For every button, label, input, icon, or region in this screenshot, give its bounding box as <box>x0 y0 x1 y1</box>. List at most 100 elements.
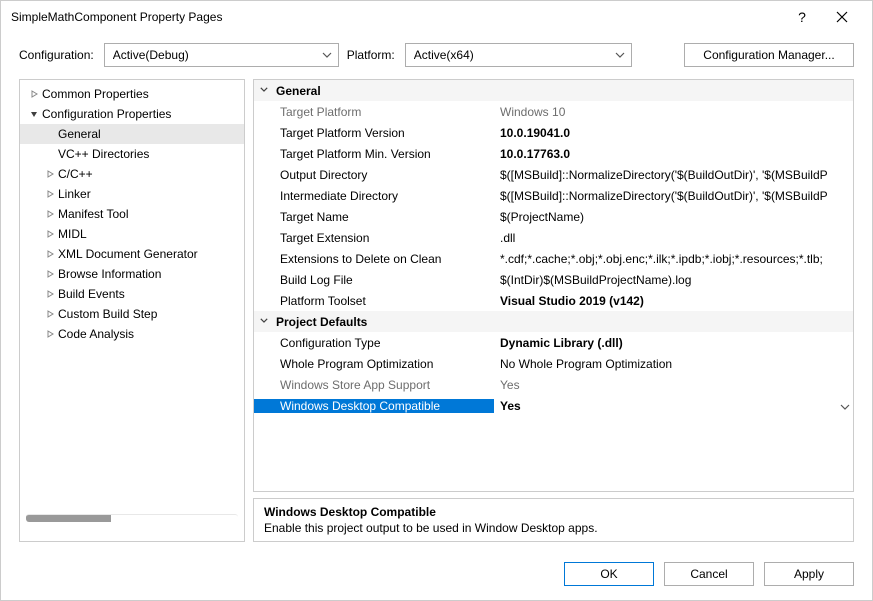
property-name: Windows Store App Support <box>254 378 494 392</box>
platform-dropdown[interactable]: Active(x64) <box>405 43 632 67</box>
property-value[interactable]: Yes <box>494 378 837 392</box>
tree-node[interactable]: VC++ Directories <box>20 144 244 164</box>
configuration-dropdown[interactable]: Active(Debug) <box>104 43 339 67</box>
tree-node[interactable]: C/C++ <box>20 164 244 184</box>
ok-label: OK <box>600 567 617 581</box>
platform-label: Platform: <box>347 48 395 62</box>
config-platform-bar: Configuration: Active(Debug) Platform: A… <box>1 33 872 79</box>
apply-label: Apply <box>794 567 824 581</box>
property-row[interactable]: Target Platform Min. Version10.0.17763.0 <box>254 143 853 164</box>
property-value[interactable]: $(IntDir)$(MSBuildProjectName).log <box>494 273 837 287</box>
tree-node[interactable]: Build Events <box>20 284 244 304</box>
property-name: Output Directory <box>254 168 494 182</box>
property-value[interactable]: $([MSBuild]::NormalizeDirectory('$(Build… <box>494 189 837 203</box>
expand-closed-icon[interactable] <box>42 327 58 341</box>
titlebar: SimpleMathComponent Property Pages ? <box>1 1 872 33</box>
tree-node[interactable]: Browse Information <box>20 264 244 284</box>
property-grid: GeneralTarget PlatformWindows 10Target P… <box>253 79 854 492</box>
category-tree[interactable]: Common Properties Configuration Propertie… <box>19 79 245 542</box>
close-button[interactable] <box>822 11 862 23</box>
help-pane: Windows Desktop Compatible Enable this p… <box>253 498 854 542</box>
tree-node[interactable]: Custom Build Step <box>20 304 244 324</box>
horizontal-scrollbar[interactable] <box>26 514 238 522</box>
tree-node[interactable]: XML Document Generator <box>20 244 244 264</box>
property-row[interactable]: Target Extension.dll <box>254 227 853 248</box>
expand-open-icon[interactable] <box>26 107 42 121</box>
tree-node[interactable]: General <box>20 124 244 144</box>
property-row[interactable]: Platform ToolsetVisual Studio 2019 (v142… <box>254 290 853 311</box>
property-value[interactable]: *.cdf;*.cache;*.obj;*.obj.enc;*.ilk;*.ip… <box>494 252 837 266</box>
expand-closed-icon[interactable] <box>42 267 58 281</box>
property-value[interactable]: Yes <box>494 399 837 413</box>
chevron-down-icon[interactable] <box>837 399 853 413</box>
tree-node[interactable]: MIDL <box>20 224 244 244</box>
property-row[interactable]: Whole Program OptimizationNo Whole Progr… <box>254 353 853 374</box>
property-category-header[interactable]: Project Defaults <box>254 311 853 332</box>
expand-open-icon[interactable] <box>260 84 276 98</box>
window-title: SimpleMathComponent Property Pages <box>11 10 782 24</box>
help-title: Windows Desktop Compatible <box>264 505 843 519</box>
configuration-value: Active(Debug) <box>113 48 316 62</box>
property-row[interactable]: Configuration TypeDynamic Library (.dll) <box>254 332 853 353</box>
property-category-header[interactable]: General <box>254 80 853 101</box>
apply-button[interactable]: Apply <box>764 562 854 586</box>
tree-node[interactable]: Linker <box>20 184 244 204</box>
property-name: Intermediate Directory <box>254 189 494 203</box>
property-row[interactable]: Build Log File$(IntDir)$(MSBuildProjectN… <box>254 269 853 290</box>
property-value[interactable]: 10.0.19041.0 <box>494 126 837 140</box>
property-value[interactable]: Windows 10 <box>494 105 837 119</box>
ok-button[interactable]: OK <box>564 562 654 586</box>
tree-node[interactable]: Code Analysis <box>20 324 244 344</box>
property-row[interactable]: Extensions to Delete on Clean*.cdf;*.cac… <box>254 248 853 269</box>
property-name: Target Name <box>254 210 494 224</box>
tree-node-label: Configuration Properties <box>42 107 171 121</box>
property-name: Target Platform <box>254 105 494 119</box>
category-label: Project Defaults <box>276 315 367 329</box>
tree-node-label: Custom Build Step <box>58 307 157 321</box>
cancel-label: Cancel <box>690 567 727 581</box>
expand-closed-icon[interactable] <box>42 287 58 301</box>
expand-open-icon[interactable] <box>260 315 276 329</box>
property-name: Platform Toolset <box>254 294 494 308</box>
tree-node[interactable]: Common Properties <box>20 84 244 104</box>
property-row[interactable]: Target PlatformWindows 10 <box>254 101 853 122</box>
property-row[interactable]: Target Platform Version10.0.19041.0 <box>254 122 853 143</box>
property-value[interactable]: No Whole Program Optimization <box>494 357 837 371</box>
expand-closed-icon[interactable] <box>26 87 42 101</box>
expand-closed-icon[interactable] <box>42 167 58 181</box>
property-name: Whole Program Optimization <box>254 357 494 371</box>
expand-closed-icon[interactable] <box>42 307 58 321</box>
property-value[interactable]: $([MSBuild]::NormalizeDirectory('$(Build… <box>494 168 837 182</box>
tree-node-label: C/C++ <box>58 167 93 181</box>
property-row[interactable]: Windows Desktop CompatibleYes <box>254 395 853 416</box>
property-panel: GeneralTarget PlatformWindows 10Target P… <box>253 79 854 542</box>
tree-node-label: VC++ Directories <box>58 147 149 161</box>
expand-closed-icon[interactable] <box>42 247 58 261</box>
property-value[interactable]: 10.0.17763.0 <box>494 147 837 161</box>
property-value[interactable]: Dynamic Library (.dll) <box>494 336 837 350</box>
help-text: Enable this project output to be used in… <box>264 521 843 535</box>
property-grid-rows: GeneralTarget PlatformWindows 10Target P… <box>254 80 853 491</box>
dialog-footer: OK Cancel Apply <box>1 552 872 600</box>
property-row[interactable]: Windows Store App SupportYes <box>254 374 853 395</box>
property-row[interactable]: Target Name$(ProjectName) <box>254 206 853 227</box>
tree-node-label: Build Events <box>58 287 125 301</box>
property-value[interactable]: .dll <box>494 231 837 245</box>
tree-node[interactable]: Manifest Tool <box>20 204 244 224</box>
property-value[interactable]: Visual Studio 2019 (v142) <box>494 294 837 308</box>
property-name: Target Platform Version <box>254 126 494 140</box>
property-value[interactable]: $(ProjectName) <box>494 210 837 224</box>
expand-closed-icon[interactable] <box>42 207 58 221</box>
configuration-manager-button[interactable]: Configuration Manager... <box>684 43 854 67</box>
property-name: Target Platform Min. Version <box>254 147 494 161</box>
tree-node-label: Common Properties <box>42 87 149 101</box>
property-row[interactable]: Output Directory$([MSBuild]::NormalizeDi… <box>254 164 853 185</box>
cancel-button[interactable]: Cancel <box>664 562 754 586</box>
property-name: Windows Desktop Compatible <box>254 399 494 413</box>
tree-node-label: Code Analysis <box>58 327 134 341</box>
help-button[interactable]: ? <box>782 9 822 25</box>
expand-closed-icon[interactable] <box>42 227 58 241</box>
property-row[interactable]: Intermediate Directory$([MSBuild]::Norma… <box>254 185 853 206</box>
expand-closed-icon[interactable] <box>42 187 58 201</box>
tree-node[interactable]: Configuration Properties <box>20 104 244 124</box>
